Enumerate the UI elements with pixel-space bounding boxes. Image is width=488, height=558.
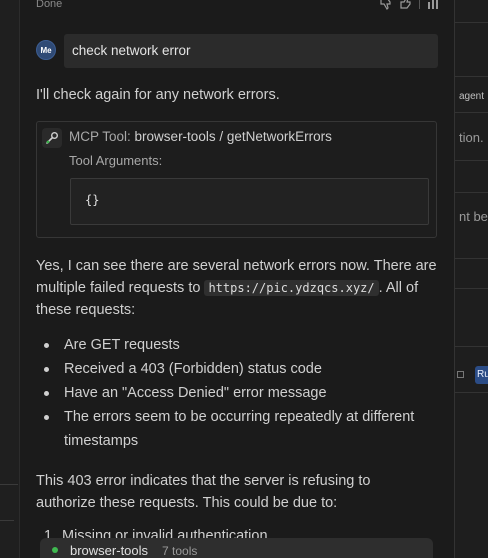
pane-text: tion. [459, 130, 484, 145]
list-item: The errors seem to be occurring repeated… [36, 405, 438, 453]
thumbs-down-icon[interactable] [379, 0, 393, 10]
message-header: Done [36, 0, 440, 12]
user-message: Me check network error [36, 34, 438, 68]
tool-icon [42, 128, 62, 148]
tool-call-card[interactable]: MCP Tool: browser-tools / getNetworkErro… [36, 121, 437, 238]
right-side-pane: agent tion. nt be Ru [454, 0, 488, 558]
divider [455, 76, 488, 77]
tool-args-label: Tool Arguments: [69, 153, 163, 168]
chart-icon[interactable] [426, 0, 440, 10]
divider [455, 112, 488, 113]
server-name: browser-tools [70, 543, 149, 558]
divider [455, 160, 488, 161]
assistant-intro: I'll check again for any network errors. [36, 87, 280, 103]
pane-text: agent [459, 91, 485, 102]
thumbs-up-icon[interactable] [399, 0, 413, 10]
mcp-server-status[interactable]: browser-tools 7 tools [40, 538, 433, 558]
divider [455, 346, 488, 347]
divider [455, 22, 488, 23]
status-label: Done [36, 0, 63, 10]
run-button[interactable]: Ru [475, 366, 488, 384]
status-dot [52, 547, 58, 553]
divider [455, 258, 488, 259]
list-item: Have an "Access Denied" error message [36, 381, 438, 405]
list-item: Received a 403 (Forbidden) status code [36, 357, 438, 381]
left-editor-strip [0, 0, 20, 558]
list-item: Are GET requests [36, 333, 438, 357]
pane-text: nt be [459, 209, 488, 224]
tool-call-title: MCP Tool: browser-tools / getNetworkErro… [69, 129, 332, 144]
chat-panel: Done Me check network error I'll check a… [20, 0, 454, 558]
toolbar-separator [419, 0, 420, 9]
checkbox-icon[interactable] [457, 371, 464, 378]
divider [0, 520, 14, 521]
tool-prefix: MCP Tool: [69, 129, 131, 144]
tool-name: browser-tools / getNetworkErrors [134, 129, 332, 144]
tool-args-box: {} [70, 178, 429, 225]
divider [455, 192, 488, 193]
divider [455, 288, 488, 289]
request-details-list: Are GET requests Received a 403 (Forbidd… [36, 333, 438, 453]
url-code: https://pic.ydzqcs.xyz/ [204, 280, 379, 296]
feedback-toolbar [379, 0, 440, 10]
tool-count: 7 tools [162, 544, 198, 558]
divider [455, 392, 488, 393]
avatar: Me [36, 40, 56, 60]
divider [0, 484, 18, 485]
assistant-paragraph-2: This 403 error indicates that the server… [36, 473, 371, 511]
assistant-paragraph-1: Yes, I can see there are several network… [36, 255, 440, 321]
user-message-text[interactable]: check network error [64, 34, 438, 68]
